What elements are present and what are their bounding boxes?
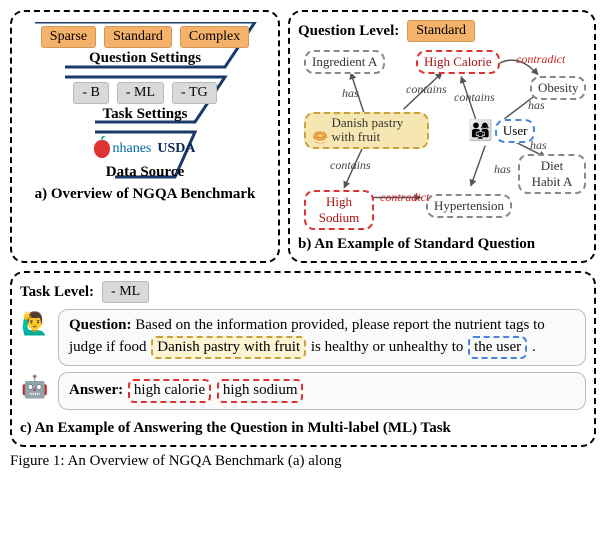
heading-task-settings: Task Settings: [25, 106, 265, 123]
node-danish-pastry: 🥯 Danish pastry with fruit: [304, 112, 429, 149]
node-high-calorie: High Calorie: [416, 50, 500, 74]
node-diet-habit: Diet Habit A: [518, 154, 586, 194]
question-text-2: is healthy or unhealthy to: [311, 339, 467, 355]
tag-b: - B: [73, 82, 109, 104]
node-obesity: Obesity: [530, 76, 586, 100]
answer-balloon: Answer: high calorie high sodium: [58, 372, 586, 410]
robot-icon: 🤖: [20, 372, 50, 402]
edge-contains-1: contains: [406, 82, 447, 97]
usda-logo: USDA: [157, 141, 195, 157]
task-settings-row: - B - ML - TG: [25, 82, 265, 104]
heading-question-settings: Question Settings: [25, 50, 265, 67]
node-hypertension: Hypertension: [426, 194, 512, 218]
question-balloon: Question: Based on the information provi…: [58, 309, 586, 366]
heading-data-source: Data Source: [25, 164, 265, 181]
apple-icon: [94, 140, 110, 158]
edge-has-2: has: [528, 98, 545, 113]
question-label: Question:: [69, 317, 132, 333]
answer-label: Answer:: [69, 382, 123, 398]
nhanes-text: nhanes: [112, 141, 151, 157]
tag-ml: - ML: [117, 82, 164, 104]
edge-contradict-1: contradict: [516, 52, 565, 67]
question-settings-row: Sparse Standard Complex: [25, 26, 265, 48]
tag-tg: - TG: [172, 82, 217, 104]
question-user-box: the user: [468, 336, 527, 360]
edge-has-1: has: [342, 86, 359, 101]
edge-contains-3: contains: [330, 158, 371, 173]
node-ingredient-a: Ingredient A: [304, 50, 385, 74]
node-high-sodium: High Sodium: [304, 190, 374, 230]
edge-has-3: has: [494, 162, 511, 177]
panel-overview: Sparse Standard Complex Question Setting…: [10, 10, 280, 263]
edge-contains-2: contains: [454, 90, 495, 105]
question-food-box: Danish pastry with fruit: [151, 336, 306, 360]
edge-has-4: has: [530, 138, 547, 153]
edge-contradict-2: contradict: [380, 190, 429, 205]
question-level-label: Question Level:: [298, 23, 399, 40]
caption-b: b) An Example of Standard Question: [298, 236, 586, 253]
task-level-tag: - ML: [102, 281, 149, 303]
tag-complex: Complex: [180, 26, 249, 48]
node-user: 👨‍👩‍👧 User: [468, 118, 535, 143]
figure-caption: Figure 1: An Overview of NGQA Benchmark …: [10, 453, 596, 470]
caption-a: a) Overview of NGQA Benchmark: [35, 186, 256, 203]
task-level-label: Task Level:: [20, 284, 94, 301]
panel-example-answer: Task Level: - ML 🙋‍♂️ Question: Based on…: [10, 271, 596, 447]
nhanes-logo: nhanes: [94, 140, 151, 158]
answer-tag-2: high sodium: [217, 379, 304, 403]
question-tail: .: [532, 339, 536, 355]
person-question-icon: 🙋‍♂️: [20, 309, 50, 339]
data-source-row: nhanes USDA: [25, 140, 265, 158]
tag-standard: Standard: [104, 26, 172, 48]
tag-sparse: Sparse: [41, 26, 96, 48]
answer-tag-1: high calorie: [128, 379, 211, 403]
panel-example-question: Question Level: Standard Ing: [288, 10, 596, 263]
caption-c: c) An Example of Answering the Question …: [20, 420, 586, 437]
funnel-diagram: Sparse Standard Complex Question Setting…: [25, 22, 265, 182]
question-level-tag: Standard: [407, 20, 475, 42]
